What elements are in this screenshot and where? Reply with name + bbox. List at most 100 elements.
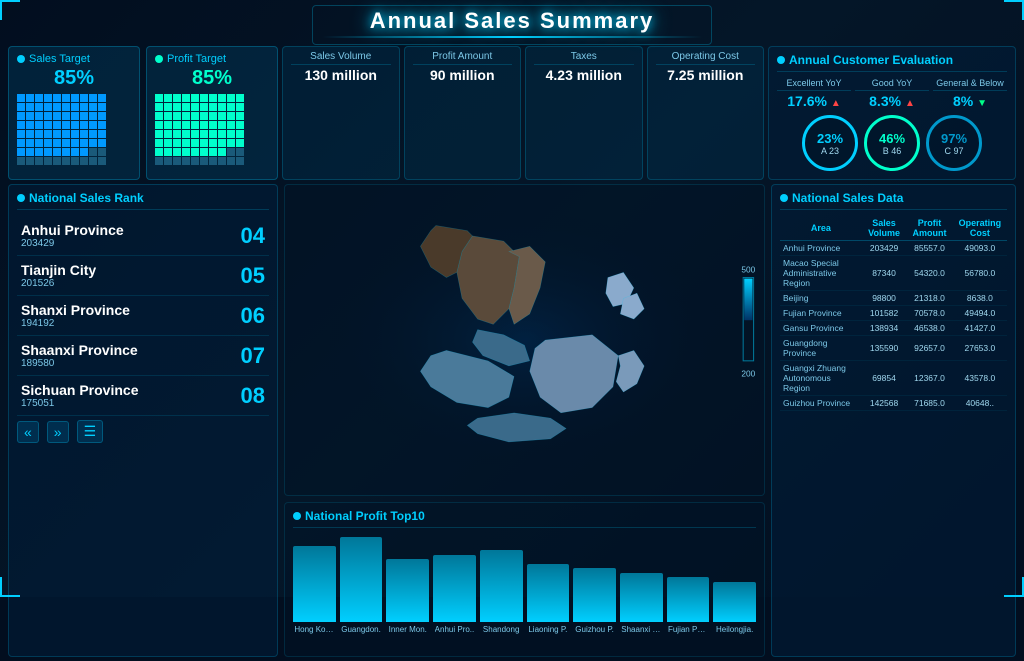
grid-cell bbox=[209, 130, 217, 138]
circle-b: 46% B 46 bbox=[864, 115, 920, 171]
customer-eval-title: Annual Customer Evaluation bbox=[777, 53, 1007, 72]
rank-sub-4: 175051 bbox=[21, 398, 241, 409]
grid-cell bbox=[62, 103, 70, 111]
grid-cell bbox=[236, 94, 244, 102]
grid-cell bbox=[44, 148, 52, 156]
metric-operating-cost: Operating Cost 7.25 million bbox=[647, 46, 765, 180]
grid-cell bbox=[71, 157, 79, 165]
grid-cell bbox=[164, 139, 172, 147]
grid-cell bbox=[191, 103, 199, 111]
grid-cell bbox=[200, 121, 208, 129]
list-view-button[interactable]: ☰ bbox=[77, 420, 104, 443]
chart-bar-item: Guangdon. bbox=[340, 537, 383, 635]
grid-cell bbox=[89, 112, 97, 120]
grid-cell bbox=[71, 112, 79, 120]
table-cell-5-1: 135590 bbox=[862, 336, 906, 361]
chart-bar-label: Anhui Pro.. bbox=[435, 625, 475, 634]
grid-cell bbox=[35, 157, 43, 165]
col-header-sales: Sales Volume bbox=[862, 216, 906, 241]
grid-cell bbox=[17, 112, 25, 120]
table-cell-1-0: Macao Special Administrative Region bbox=[780, 256, 862, 291]
eval-good-label: Good YoY bbox=[855, 78, 929, 91]
metric-taxes: Taxes 4.23 million bbox=[525, 46, 643, 180]
grid-cell bbox=[53, 121, 61, 129]
grid-cell bbox=[191, 130, 199, 138]
table-cell-0-3: 49093.0 bbox=[953, 241, 1007, 256]
chart-bar bbox=[480, 550, 523, 622]
rank-item-2: Shanxi Province 194192 06 bbox=[17, 296, 269, 336]
metric-profit-amount: Profit Amount 90 million bbox=[404, 46, 522, 180]
metric-sales-volume: Sales Volume 130 million bbox=[282, 46, 400, 180]
table-cell-6-2: 12367.0 bbox=[906, 361, 953, 396]
eval-good-value: 8.3% ▲ bbox=[855, 93, 929, 109]
chart-bar-item: Guizhou P. bbox=[573, 568, 616, 634]
chart-bar-item: Heilongjia. bbox=[713, 582, 756, 635]
grid-cell bbox=[191, 157, 199, 165]
grid-cell bbox=[182, 148, 190, 156]
grid-cell bbox=[227, 121, 235, 129]
table-cell-7-2: 71685.0 bbox=[906, 396, 953, 411]
grid-cell bbox=[182, 94, 190, 102]
chart-bar bbox=[386, 559, 429, 622]
table-cell-1-3: 56780.0 bbox=[953, 256, 1007, 291]
grid-cell bbox=[80, 112, 88, 120]
profit-target-icon bbox=[155, 55, 163, 63]
grid-cell bbox=[227, 94, 235, 102]
rank-info-0: Anhui Province 203429 bbox=[21, 222, 241, 249]
table-row: Guizhou Province14256871685.040648.. bbox=[780, 396, 1007, 411]
center-panel: 500 200 National Profit Top10 bbox=[284, 184, 765, 657]
grid-cell bbox=[17, 103, 25, 111]
grid-cell bbox=[98, 148, 106, 156]
grid-cell bbox=[182, 103, 190, 111]
header: Annual Sales Summary bbox=[0, 0, 1024, 42]
grid-cell bbox=[164, 94, 172, 102]
table-cell-5-2: 92657.0 bbox=[906, 336, 953, 361]
rank-item-4: Sichuan Province 175051 08 bbox=[17, 376, 269, 416]
grid-cell bbox=[26, 139, 34, 147]
table-cell-7-3: 40648.. bbox=[953, 396, 1007, 411]
sales-target-title: Sales Target bbox=[17, 53, 131, 65]
chart-bar bbox=[667, 577, 710, 622]
chart-bar-label: Liaoning P. bbox=[528, 625, 567, 634]
grid-cell bbox=[53, 130, 61, 138]
circle-b-pct: 46% bbox=[879, 131, 905, 146]
grid-cell bbox=[209, 121, 217, 129]
grid-cell bbox=[44, 157, 52, 165]
rank-number-3: 07 bbox=[241, 343, 265, 369]
grid-cell bbox=[53, 139, 61, 147]
grid-cell bbox=[209, 112, 217, 120]
grid-cell bbox=[227, 148, 235, 156]
rank-item-3: Shaanxi Province 189580 07 bbox=[17, 336, 269, 376]
circle-b-label: B 46 bbox=[883, 146, 902, 156]
grid-cell bbox=[164, 148, 172, 156]
prev-page-button[interactable]: « bbox=[17, 421, 39, 443]
chart-bar bbox=[573, 568, 616, 622]
grid-cell bbox=[182, 121, 190, 129]
grid-cell bbox=[164, 121, 172, 129]
chart-area: National Profit Top10 Hong Kon..Guangdon… bbox=[284, 502, 765, 657]
profit-target-pct: 85% bbox=[155, 67, 269, 90]
chart-bar-item: Anhui Pro.. bbox=[433, 555, 476, 635]
grid-cell bbox=[173, 103, 181, 111]
grid-cell bbox=[17, 94, 25, 102]
grid-cell bbox=[218, 157, 226, 165]
grid-cell bbox=[44, 103, 52, 111]
table-cell-3-1: 101582 bbox=[862, 306, 906, 321]
circle-c-pct: 97% bbox=[941, 131, 967, 146]
table-cell-5-3: 27653.0 bbox=[953, 336, 1007, 361]
table-cell-4-3: 41427.0 bbox=[953, 321, 1007, 336]
grid-cell bbox=[191, 121, 199, 129]
map-svg: 500 200 bbox=[285, 185, 764, 495]
grid-cell bbox=[182, 112, 190, 120]
table-cell-7-0: Guizhou Province bbox=[780, 396, 862, 411]
grid-cell bbox=[227, 139, 235, 147]
grid-cell bbox=[209, 148, 217, 156]
grid-cell bbox=[209, 103, 217, 111]
rank-section: National Sales Rank Anhui Province 20342… bbox=[8, 184, 278, 657]
rank-name-4: Sichuan Province bbox=[21, 382, 241, 398]
grid-cell bbox=[209, 157, 217, 165]
table-cell-4-2: 46538.0 bbox=[906, 321, 953, 336]
grid-cell bbox=[44, 139, 52, 147]
grid-cell bbox=[164, 103, 172, 111]
next-page-button[interactable]: » bbox=[47, 421, 69, 443]
